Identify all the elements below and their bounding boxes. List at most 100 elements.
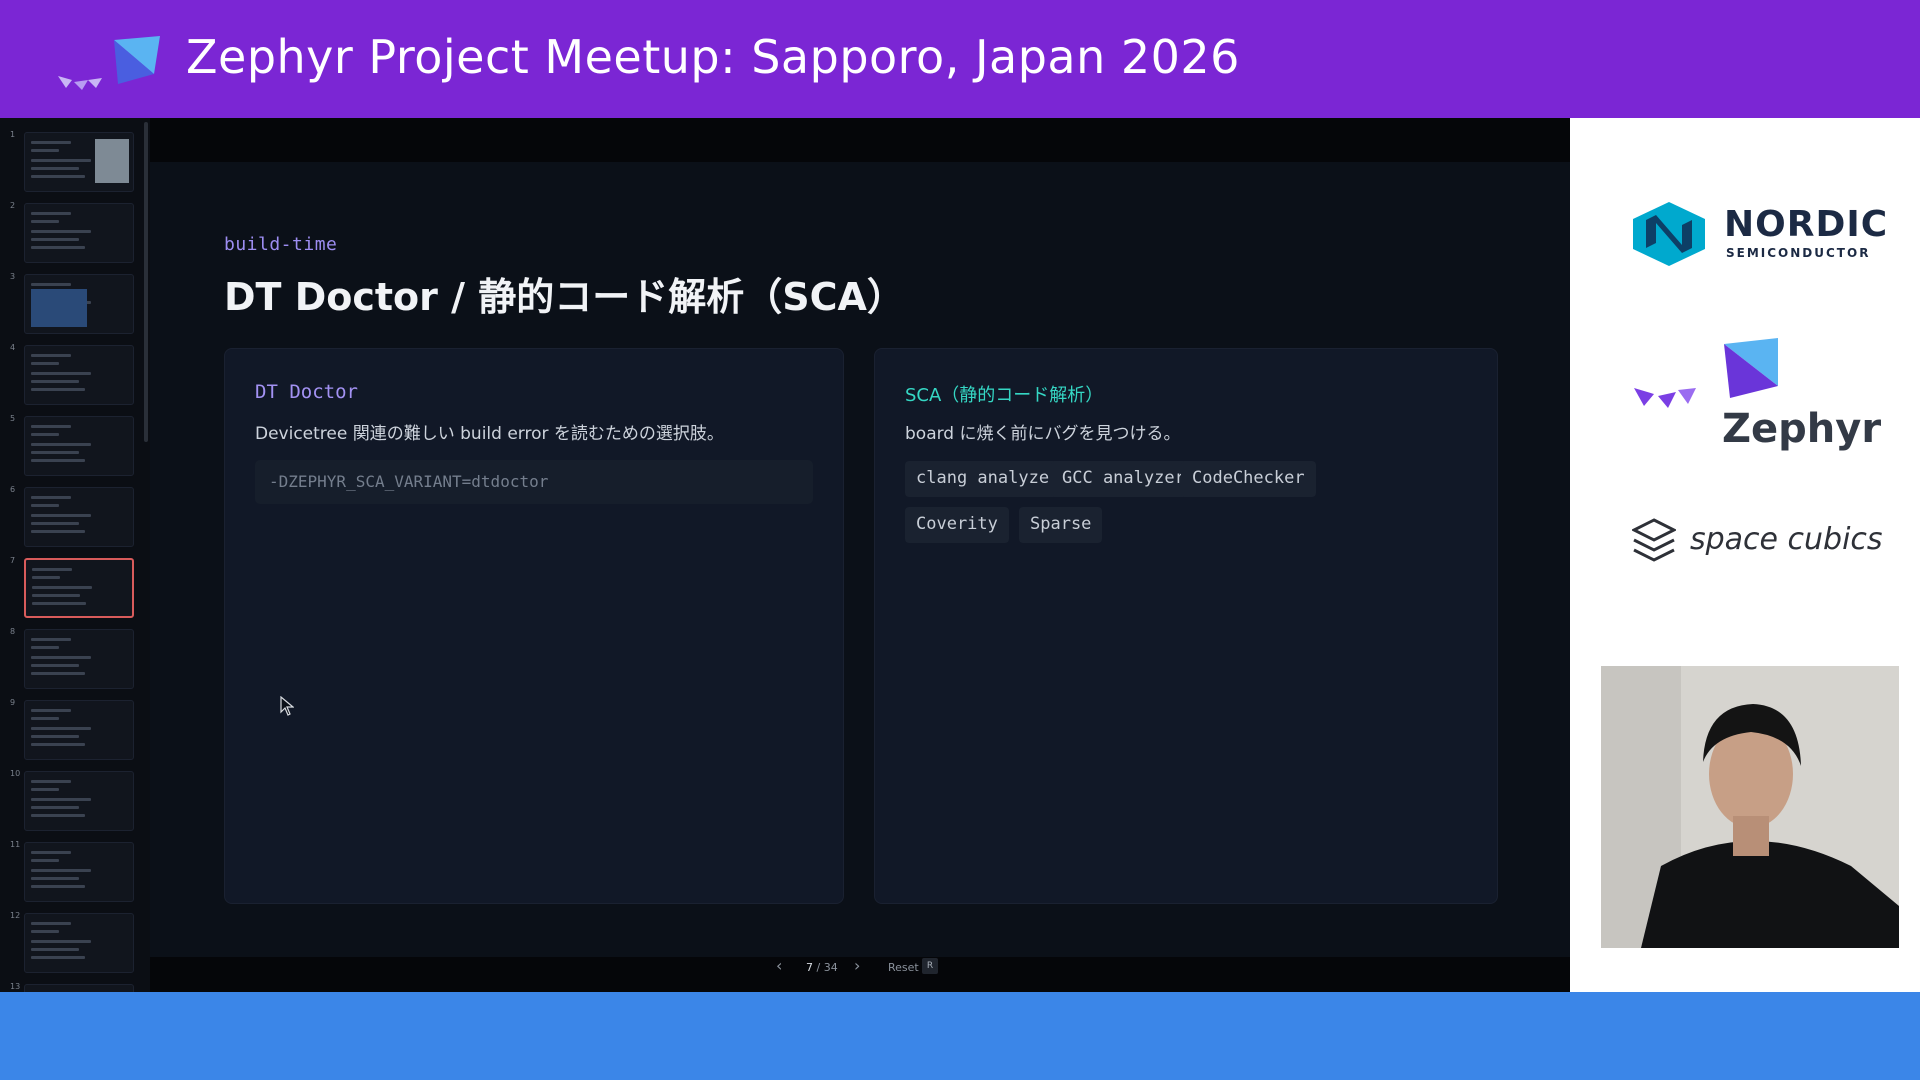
- thumbnail-line: [32, 576, 60, 579]
- thumbnail-line: [31, 212, 71, 215]
- thumbnail-line: [31, 859, 59, 862]
- thumbnail-line: [31, 709, 71, 712]
- nordic-tagline: SEMICONDUCTOR: [1726, 246, 1871, 260]
- code-snippet-text: -DZEPHYR_SCA_VARIANT=dtdoctor: [269, 472, 549, 491]
- thumbnail-line: [32, 602, 86, 605]
- thumbnail-line: [31, 459, 85, 462]
- slide-thumbnail-panel[interactable]: 1 2 3 4 5 6 7 8 9 10 11 12 13: [0, 118, 150, 992]
- thumbnail-line: [32, 568, 72, 571]
- thumbnail-line: [31, 433, 59, 436]
- space-cubics-logo-icon: [1632, 518, 1676, 562]
- thumbnail-line: [31, 717, 59, 720]
- thumbnail-line: [31, 727, 91, 730]
- presentation-stage: 1 2 3 4 5 6 7 8 9 10 11 12 13 build-time DT Doctor /…: [0, 118, 1570, 992]
- thumbnail-line: [31, 504, 59, 507]
- thumbnail-line: [31, 646, 59, 649]
- slide-eyebrow: build-time: [224, 234, 338, 255]
- thumbnail-line: [31, 885, 85, 888]
- thumbnail-number: 12: [10, 911, 21, 920]
- slide-thumbnail[interactable]: [24, 629, 134, 689]
- thumbnail-line: [31, 788, 59, 791]
- thumbnail-line: [31, 230, 91, 233]
- thumbnail-line: [31, 869, 91, 872]
- thumbnail-number: 6: [10, 485, 16, 494]
- slide-thumbnail[interactable]: [24, 842, 134, 902]
- thumbnail-line: [31, 656, 91, 659]
- dt-doctor-description: Devicetree 関連の難しい build error を読むための選択肢。: [255, 424, 724, 444]
- thumbnail-line: [31, 283, 71, 286]
- thumbnail-line: [31, 159, 91, 162]
- thumbnail-line: [31, 354, 71, 357]
- thumbnail-line: [31, 672, 85, 675]
- thumbnail-number: 9: [10, 698, 16, 707]
- zephyr-name: Zephyr: [1722, 406, 1882, 452]
- thumbnail-line: [31, 362, 59, 365]
- thumbnail-line: [31, 798, 91, 801]
- tool-tag: Sparse: [1019, 507, 1103, 543]
- page-current: 7: [806, 961, 813, 974]
- thumbnail-line: [31, 443, 91, 446]
- thumbnail-line: [31, 638, 71, 641]
- thumbnail-line: [31, 514, 91, 517]
- thumbnail-number: 8: [10, 627, 16, 636]
- thumbnail-number: 3: [10, 272, 16, 281]
- slide-thumbnail[interactable]: [24, 203, 134, 263]
- tool-tag: GCC analyzer: [1051, 461, 1196, 497]
- thumbnail-line: [31, 372, 91, 375]
- thumbnail-line: [31, 814, 85, 817]
- thumbnail-line: [31, 806, 79, 809]
- thumbnail-line: [31, 956, 85, 959]
- reset-shortcut-key: R: [922, 958, 938, 974]
- tool-tag: clang analyzer: [905, 461, 1071, 497]
- slide-thumbnail[interactable]: [24, 487, 134, 547]
- sca-card: SCA（静的コード解析） board に焼く前にバグを見つける。 clang a…: [874, 348, 1498, 904]
- thumbnail-number: 13: [10, 982, 21, 991]
- thumbnail-line: [31, 851, 71, 854]
- event-banner: Zephyr Project Meetup: Sapporo, Japan 20…: [0, 0, 1920, 118]
- thumbnail-number: 10: [10, 769, 21, 778]
- tool-tag: Coverity: [905, 507, 1009, 543]
- page-total: / 34: [816, 961, 838, 974]
- slide-thumbnail[interactable]: [24, 913, 134, 973]
- dt-doctor-card: DT Doctor Devicetree 関連の難しい build error …: [224, 348, 844, 904]
- tool-tag: CodeChecker: [1181, 461, 1316, 497]
- space-cubics-name: space cubics: [1690, 522, 1883, 557]
- slide-thumbnail[interactable]: [24, 558, 134, 618]
- thumbnail-image: [31, 289, 87, 327]
- dt-doctor-heading: DT Doctor: [255, 381, 358, 403]
- chevron-left-icon: ‹: [776, 956, 783, 975]
- thumbnail-line: [31, 425, 71, 428]
- thumbnail-line: [31, 380, 79, 383]
- thumbnail-line: [31, 175, 85, 178]
- thumbnail-line: [31, 940, 91, 943]
- current-slide: build-time DT Doctor / 静的コード解析（SCA） DT D…: [150, 162, 1570, 957]
- slide-thumbnail[interactable]: [24, 274, 134, 334]
- thumbnail-line: [31, 522, 79, 525]
- slide-thumbnail[interactable]: [24, 700, 134, 760]
- code-snippet: -DZEPHYR_SCA_VARIANT=dtdoctor: [255, 460, 813, 504]
- thumbnail-line: [31, 780, 71, 783]
- slide-thumbnail[interactable]: [24, 132, 134, 192]
- thumbnail-number: 11: [10, 840, 21, 849]
- thumbnail-line: [32, 586, 92, 589]
- next-slide-button[interactable]: ›: [854, 956, 860, 976]
- speaker-webcam: [1601, 666, 1899, 948]
- nordic-logo-icon: [1633, 202, 1705, 266]
- thumbnail-line: [31, 141, 71, 144]
- thumbnail-number: 5: [10, 414, 16, 423]
- thumbnail-line: [31, 922, 71, 925]
- slide-thumbnail[interactable]: [24, 345, 134, 405]
- slide-thumbnail[interactable]: [24, 416, 134, 476]
- thumbnail-line: [31, 238, 79, 241]
- thumbnail-image: [95, 139, 129, 183]
- chevron-right-icon: ›: [854, 956, 861, 975]
- thumbnail-line: [32, 594, 80, 597]
- prev-slide-button[interactable]: ‹: [776, 956, 782, 976]
- thumbnail-scrollbar[interactable]: [144, 122, 148, 442]
- thumbnail-line: [31, 877, 79, 880]
- slide-thumbnail[interactable]: [24, 771, 134, 831]
- thumbnail-line: [31, 735, 79, 738]
- thumbnail-number: 7: [10, 556, 16, 565]
- slide-thumbnail[interactable]: [24, 984, 134, 992]
- reset-button[interactable]: Reset: [888, 961, 919, 981]
